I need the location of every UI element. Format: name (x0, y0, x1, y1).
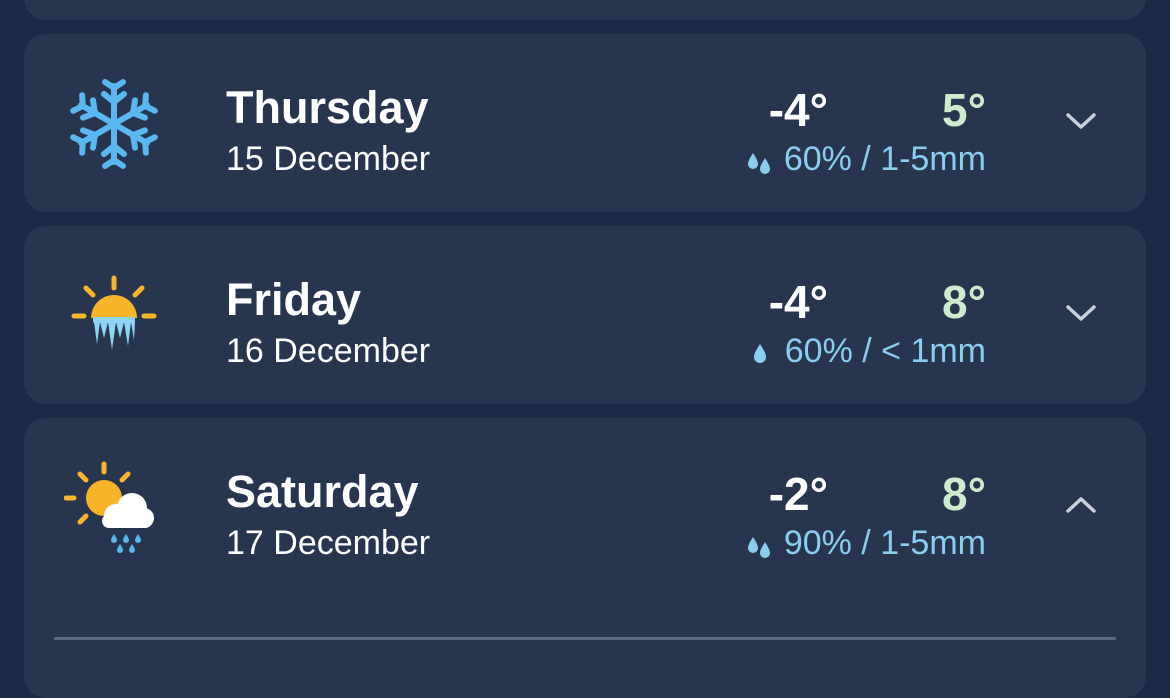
precipitation: 60% / < 1mm (747, 330, 986, 372)
chevron-down-icon[interactable] (1064, 302, 1098, 324)
day-date: 15 December (226, 140, 431, 178)
temp-max: 8° (942, 468, 986, 520)
chevron-down-icon[interactable] (1064, 110, 1098, 132)
temp-min: -4° (768, 276, 828, 328)
divider (54, 637, 1116, 640)
day-date: 16 December (226, 332, 431, 370)
sun-cloud-rain-icon (64, 461, 154, 553)
snowflake-icon (64, 79, 164, 174)
precipitation-text: 60% / 1-5mm (783, 140, 986, 178)
raindrop-icon (753, 344, 766, 363)
temp-min: -4° (768, 84, 828, 136)
raindrops-icon (747, 153, 770, 174)
forecast-card-thursday[interactable]: Thursday 15 December -4° 5° 60% / 1-5mm (24, 34, 1146, 212)
sun-icicles-icon (71, 275, 157, 350)
precipitation-text: 60% / < 1mm (784, 332, 986, 370)
temp-max: 8° (942, 276, 986, 328)
temp-min: -2° (768, 468, 828, 520)
precipitation: 60% / 1-5mm (746, 138, 986, 180)
precipitation: 90% / 1-5mm (746, 522, 986, 564)
forecast-card-friday[interactable]: Friday 16 December -4° 8° 60% / < 1mm (24, 226, 1146, 404)
day-name: Friday (226, 274, 362, 325)
temp-max: 5° (942, 84, 986, 136)
forecast-card-previous[interactable] (24, 0, 1146, 20)
forecast-card-saturday[interactable]: Saturday 17 December -2° 8° 90% / 1-5mm (24, 418, 1146, 698)
day-name: Thursday (226, 82, 429, 133)
day-name: Saturday (226, 466, 419, 517)
chevron-up-icon[interactable] (1064, 494, 1098, 516)
precipitation-text: 90% / 1-5mm (783, 524, 986, 562)
raindrops-icon (747, 537, 770, 558)
day-date: 17 December (226, 524, 431, 562)
